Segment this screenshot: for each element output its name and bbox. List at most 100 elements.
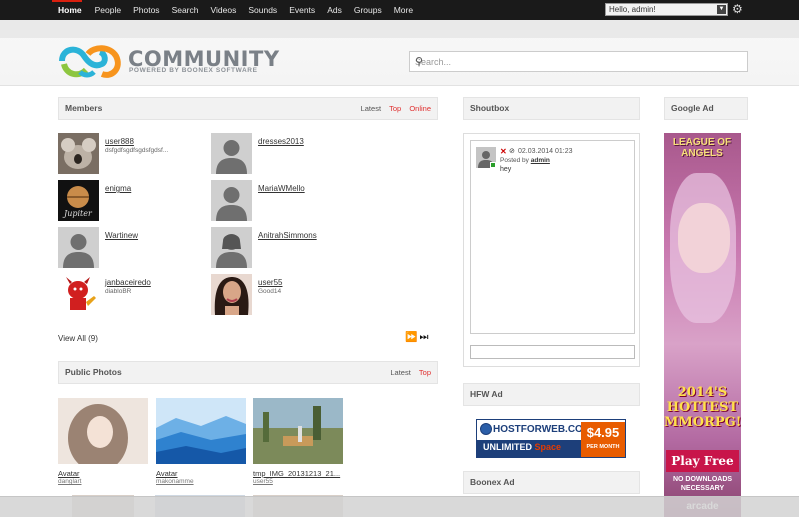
globe-icon: [480, 423, 492, 435]
member-item: user888 dsfgdfsgdfsgdsfgdsf...: [58, 133, 198, 175]
shoutbox-panel: ✕ ⊘ 02.03.2014 01:23 Posted by admin hey: [463, 133, 640, 367]
member-name[interactable]: MariaWMello: [258, 184, 305, 193]
top-nav-bar: Home People Photos Search Videos Sounds …: [0, 0, 799, 20]
ad-headline-3: MMORPG!: [664, 415, 741, 430]
shoutbox-header: Shoutbox: [463, 97, 640, 120]
member-name[interactable]: Wartinew: [105, 231, 138, 240]
photo-user[interactable]: danglart: [58, 478, 148, 485]
avatar[interactable]: [58, 133, 99, 174]
boonex-ad-header: Boonex Ad: [463, 471, 640, 494]
nav-item-home[interactable]: Home: [58, 5, 82, 15]
google-ad-banner[interactable]: LEAGUE OF ANGELS 2014'S HOTTEST MMORPG! Pl…: [664, 133, 741, 517]
delete-icon[interactable]: ✕: [500, 147, 507, 156]
members-header: Members Latest Top Online: [58, 97, 438, 120]
hfw-ad-header: HFW Ad: [463, 383, 640, 406]
member-name[interactable]: dresses2013: [258, 137, 304, 146]
photo-title[interactable]: Avatar: [58, 469, 148, 478]
photo-item: Avatar makonamme: [156, 398, 246, 485]
ad-headline: 2014'S HOTTEST MMORPG!: [664, 385, 741, 430]
member-name[interactable]: enigma: [105, 184, 131, 193]
nav-item-videos[interactable]: Videos: [211, 5, 237, 15]
ad-game-title: LEAGUE OF ANGELS: [672, 137, 732, 159]
nav-item-groups[interactable]: Groups: [354, 5, 382, 15]
horizontal-scrollbar[interactable]: [0, 496, 799, 517]
member-name[interactable]: janbaceiredo: [105, 278, 151, 287]
member-name[interactable]: user55: [258, 278, 282, 287]
user-menu-select[interactable]: Hello, admin! ▼: [605, 3, 728, 16]
nav-item-search[interactable]: Search: [172, 5, 199, 15]
author-link[interactable]: admin: [531, 157, 550, 164]
members-title: Members: [65, 103, 103, 113]
member-status: diabloBR: [105, 288, 132, 295]
members-tabs: Latest Top Online: [355, 98, 431, 119]
nav-item-ads[interactable]: Ads: [327, 5, 342, 15]
header-band: [0, 20, 799, 38]
search-input[interactable]: Search... ⚲: [409, 51, 748, 72]
banner-unlimited: UNLIMITED: [483, 442, 532, 452]
banner-brand: HOSTFORWEB.COM: [493, 424, 592, 435]
photos-header: Public Photos Latest Top: [58, 361, 438, 384]
member-name[interactable]: AnitrahSimmons: [258, 231, 317, 240]
last-page-icon[interactable]: ⏭: [419, 332, 430, 343]
message-text: hey: [500, 166, 512, 173]
message-author: Posted by admin: [500, 157, 550, 164]
member-item: janbaceiredo diabloBR: [58, 274, 198, 316]
price-value: $4.95: [586, 425, 620, 440]
hfw-banner[interactable]: HOSTFORWEB.COM UNLIMITED Space $4.95 PER …: [476, 419, 626, 458]
avatar[interactable]: Jupiter: [58, 180, 99, 221]
photo-thumbnail[interactable]: [253, 398, 343, 464]
logo-subtitle: POWERED BY BOONEX SOFTWARE: [129, 67, 258, 74]
user-menu-label: Hello, admin!: [609, 5, 656, 14]
banner-tagline: UNLIMITED Space: [483, 442, 561, 452]
message-date: 02.03.2014 01:23: [518, 148, 573, 155]
active-nav-accent: [52, 0, 82, 2]
nav-item-people[interactable]: People: [95, 5, 121, 15]
nav-item-sounds[interactable]: Sounds: [248, 5, 277, 15]
member-status: Good14: [258, 288, 282, 295]
member-item: Wartinew: [58, 227, 198, 269]
posted-by-label: Posted by: [500, 157, 529, 164]
member-name[interactable]: user888: [105, 137, 134, 146]
photo-user[interactable]: user55: [253, 478, 343, 485]
member-item: MariaWMello: [211, 180, 351, 222]
member-item: dresses2013: [211, 133, 351, 175]
shoutbox-input[interactable]: [470, 345, 635, 359]
nav-item-photos[interactable]: Photos: [133, 5, 159, 15]
avatar[interactable]: [58, 274, 99, 315]
photo-title[interactable]: tmp_IMG_20131213_21...: [253, 469, 343, 478]
svg-text:Jupiter: Jupiter: [62, 209, 93, 218]
member-item: user55 Good14: [211, 274, 351, 316]
play-free-button[interactable]: Play Free: [666, 450, 739, 472]
avatar[interactable]: [211, 180, 252, 221]
price-period: PER MONTH: [586, 444, 620, 450]
view-all-link[interactable]: View All (9): [58, 334, 98, 343]
photo-thumbnail[interactable]: [58, 398, 148, 472]
avatar[interactable]: [211, 133, 252, 174]
online-status-icon: [490, 162, 496, 168]
tab-latest[interactable]: Latest: [361, 104, 381, 113]
next-page-icon[interactable]: ⏩: [405, 332, 419, 343]
block-icon[interactable]: ⊘: [509, 147, 515, 155]
main-menu: Home People Photos Search Videos Sounds …: [58, 5, 425, 15]
shoutbox-messages: ✕ ⊘ 02.03.2014 01:23 Posted by admin hey: [470, 140, 635, 334]
photo-user[interactable]: makonamme: [156, 478, 246, 485]
gear-icon[interactable]: ⚙: [732, 3, 744, 15]
tab-latest[interactable]: Latest: [390, 368, 410, 377]
chevron-down-icon[interactable]: ▼: [717, 5, 726, 14]
tab-top[interactable]: Top: [389, 104, 401, 113]
member-status: dsfgdfsgdfsgdsfgdsf...: [105, 147, 169, 154]
tab-top[interactable]: Top: [419, 368, 431, 377]
photo-title[interactable]: Avatar: [156, 469, 246, 478]
avatar[interactable]: [211, 227, 252, 268]
photo-thumbnail[interactable]: [156, 398, 246, 464]
tab-online[interactable]: Online: [409, 104, 431, 113]
nav-item-events[interactable]: Events: [289, 5, 315, 15]
search-icon[interactable]: ⚲: [415, 55, 742, 68]
avatar[interactable]: [58, 227, 99, 268]
ad-no-downloads: NO DOWNLOADS NECESSARY: [672, 476, 733, 492]
avatar[interactable]: [211, 274, 252, 315]
google-ad-header: Google Ad: [664, 97, 748, 120]
nav-item-more[interactable]: More: [394, 5, 413, 15]
ad-headline-1: 2014'S: [677, 385, 728, 400]
ad-art-face: [678, 203, 730, 273]
